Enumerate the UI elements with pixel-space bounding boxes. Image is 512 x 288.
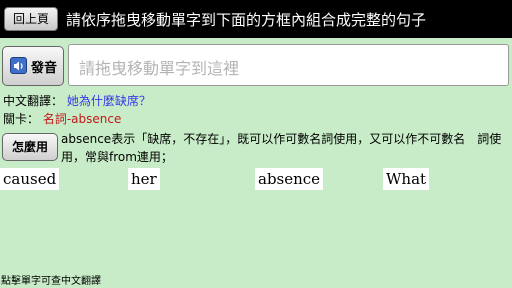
pronounce-button[interactable]: 發音: [2, 46, 64, 86]
answer-placeholder: 請拖曳移動單字到這裡: [79, 59, 240, 78]
word-tile[interactable]: caused: [0, 168, 60, 190]
usage-explanation: absence表示「缺席，不存在」，既可以作可數名詞使用，又可以作不可數名 詞使…: [61, 132, 502, 164]
word-tile[interactable]: absence: [255, 168, 324, 190]
speaker-icon: [10, 57, 27, 74]
answer-drop-box[interactable]: 請拖曳移動單字到這裡: [68, 44, 509, 86]
word-tile[interactable]: What: [383, 168, 430, 190]
footer-hint: 點擊單字可查中文翻譯: [1, 276, 101, 287]
instruction-text: 請依序拖曳移動單字到下面的方框內組合成完整的句子: [66, 11, 427, 29]
translation-label: 中文翻譯：: [3, 94, 64, 108]
translation-row: 中文翻譯： 她為什麼缺席？: [3, 92, 151, 109]
usage-button[interactable]: 怎麼用: [2, 133, 58, 161]
pronounce-label: 發音: [31, 61, 58, 76]
top-bar: 回上頁 請依序拖曳移動單字到下面的方框內組合成完整的句子: [0, 0, 512, 38]
back-button[interactable]: 回上頁: [4, 7, 58, 31]
key-card-value: 名詞-absence: [42, 112, 122, 126]
word-tile[interactable]: her: [128, 168, 160, 190]
key-card-row: 關卡： 名詞-absence: [3, 110, 121, 127]
word-bank: caused her absence What: [0, 168, 512, 190]
translation-value: 她為什麼缺席？: [66, 94, 151, 108]
key-card-label: 關卡：: [3, 112, 40, 126]
